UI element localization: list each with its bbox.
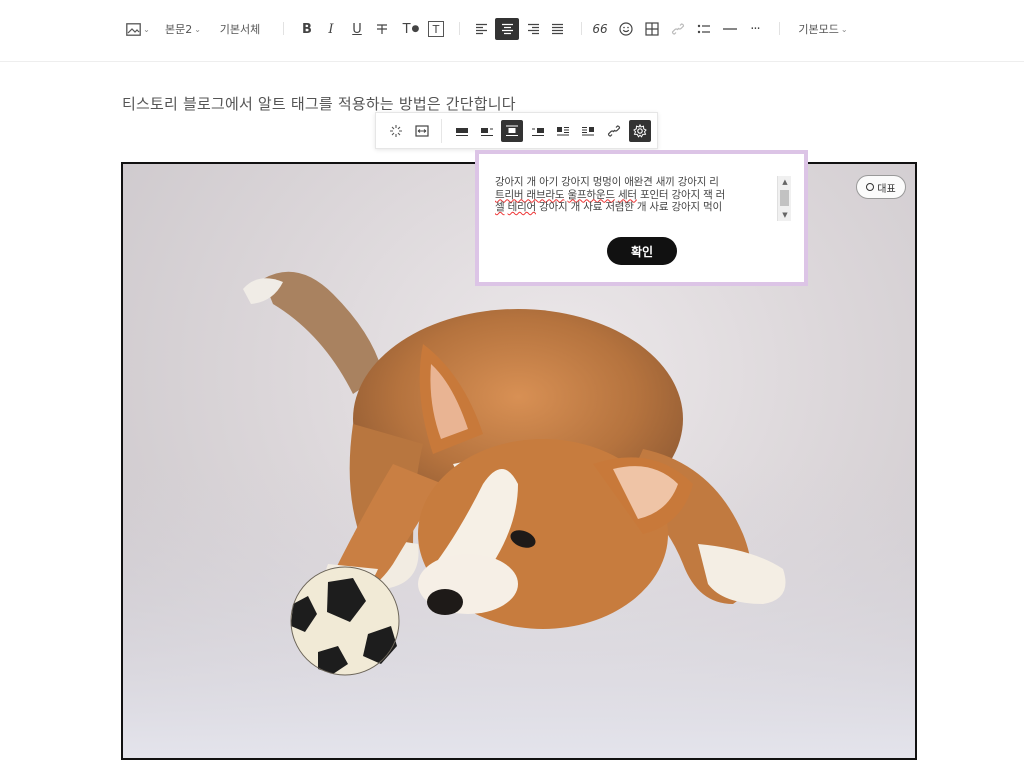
alt-text-word: 울프하운드 bbox=[567, 188, 616, 201]
underline-button[interactable]: U bbox=[347, 18, 367, 40]
align-right-icon bbox=[527, 23, 539, 35]
bold-icon: B bbox=[302, 21, 312, 37]
emoji-button[interactable] bbox=[616, 18, 636, 40]
float-right-icon bbox=[582, 127, 594, 136]
float-left-icon bbox=[557, 127, 569, 136]
link-icon bbox=[607, 125, 621, 137]
font-dropdown[interactable]: 기본서체 bbox=[214, 18, 266, 40]
paragraph-text[interactable]: 티스토리 블로그에서 알트 태그를 적용하는 방법은 간단합니다 bbox=[122, 93, 682, 114]
confirm-button[interactable]: 확인 bbox=[607, 237, 677, 265]
toolbar-divider bbox=[581, 22, 582, 35]
table-icon bbox=[645, 22, 659, 36]
alt-text-word: 세터 bbox=[617, 188, 637, 201]
alt-text-word: 셀 bbox=[495, 201, 505, 213]
text-color-icon: T bbox=[402, 21, 411, 37]
image-align-left-icon bbox=[481, 128, 493, 136]
align-center-icon bbox=[501, 23, 513, 35]
radio-circle-icon bbox=[866, 183, 875, 191]
text-background-icon: T bbox=[428, 21, 444, 37]
underline-icon: U bbox=[352, 21, 362, 37]
toolbar-divider bbox=[459, 22, 460, 35]
align-right-button[interactable] bbox=[523, 18, 543, 40]
sparkle-icon bbox=[390, 125, 402, 137]
image-align-center-icon bbox=[506, 125, 518, 136]
quote-button[interactable]: 66 bbox=[590, 18, 610, 40]
image-effect-button[interactable] bbox=[385, 120, 407, 142]
image-align-center-button[interactable] bbox=[501, 120, 523, 142]
text-color-button[interactable]: T ● bbox=[400, 18, 422, 40]
emoji-icon bbox=[619, 22, 633, 36]
more-icon: ··· bbox=[750, 21, 760, 37]
scrollbar-thumb[interactable] bbox=[780, 190, 789, 206]
link-button[interactable] bbox=[668, 18, 688, 40]
image-full-width-button[interactable] bbox=[451, 120, 473, 142]
toolbar-divider bbox=[441, 119, 442, 143]
text-background-button[interactable]: T bbox=[426, 18, 446, 40]
paragraph-style-label: 본문2 bbox=[165, 23, 193, 36]
image-float-left-button[interactable] bbox=[552, 120, 574, 142]
link-icon bbox=[671, 23, 685, 35]
alt-text-line: 트리버 래브라도 울프하운드 세터 포인터 강아지 잭 러 bbox=[495, 189, 767, 202]
alt-text-line: 셀 테리어 강아지 개 사료 저렴한 개 사료 강아지 먹이 bbox=[495, 201, 767, 214]
image-icon bbox=[126, 22, 141, 36]
resize-icon bbox=[415, 125, 429, 137]
mode-dropdown[interactable]: 기본모드 ⌄ bbox=[792, 18, 854, 40]
alt-text-word: 포인터 bbox=[640, 188, 669, 201]
scroll-up-icon[interactable]: ▲ bbox=[778, 176, 792, 188]
quote-icon: 66 bbox=[592, 22, 608, 36]
image-align-right-icon bbox=[532, 128, 544, 136]
image-align-right-button[interactable] bbox=[527, 120, 549, 142]
align-justify-button[interactable] bbox=[547, 18, 567, 40]
mode-label: 기본모드 bbox=[798, 23, 839, 36]
italic-icon: I bbox=[328, 21, 334, 37]
toolbar-divider bbox=[283, 22, 284, 35]
alt-text-word: 테리어 bbox=[507, 201, 537, 213]
image-link-button[interactable] bbox=[603, 120, 625, 142]
alt-text-line: 강아지 개 아기 강아지 멍멍이 애완견 새끼 강아지 리 bbox=[495, 176, 719, 188]
gear-icon bbox=[633, 124, 647, 138]
color-dot-icon: ● bbox=[411, 24, 420, 34]
alt-text-word: 강아지 개 사료 저렴한 개 사료 강아지 먹이 bbox=[539, 201, 722, 213]
image-float-right-button[interactable] bbox=[577, 120, 599, 142]
align-left-icon bbox=[475, 23, 487, 35]
editor-toolbar: ⌄ 본문2 ⌄ 기본서체 B I U T ● T 66 ··· 기본모드 ⌄ bbox=[0, 0, 1024, 62]
table-button[interactable] bbox=[642, 18, 662, 40]
align-center-button[interactable] bbox=[495, 18, 519, 40]
alt-text-popup: 강아지 개 아기 강아지 멍멍이 애완견 새끼 강아지 리 트리버 래브라도 울… bbox=[475, 150, 808, 286]
alt-text-word: 강아지 잭 러 bbox=[671, 188, 726, 201]
representative-image-toggle[interactable]: 대표 bbox=[856, 175, 906, 199]
font-label: 기본서체 bbox=[219, 23, 261, 36]
toolbar-divider bbox=[779, 22, 780, 35]
paragraph-style-dropdown[interactable]: 본문2 ⌄ bbox=[162, 18, 204, 40]
image-resize-button[interactable] bbox=[411, 120, 433, 142]
alt-text-textarea[interactable]: 강아지 개 아기 강아지 멍멍이 애완견 새끼 강아지 리 트리버 래브라도 울… bbox=[495, 176, 767, 222]
strikethrough-button[interactable] bbox=[372, 18, 392, 40]
strikethrough-icon bbox=[377, 24, 387, 34]
representative-label: 대표 bbox=[877, 183, 896, 195]
horizontal-rule-button[interactable] bbox=[720, 18, 740, 40]
full-width-icon bbox=[456, 128, 468, 136]
align-left-button[interactable] bbox=[471, 18, 491, 40]
insert-image-button[interactable]: ⌄ bbox=[124, 18, 152, 40]
image-settings-button[interactable] bbox=[629, 120, 651, 142]
image-toolbar bbox=[375, 112, 658, 149]
scroll-down-icon[interactable]: ▼ bbox=[778, 209, 792, 221]
alt-text-word: 트리버 래브라도 bbox=[495, 188, 565, 201]
image-align-left-button[interactable] bbox=[476, 120, 498, 142]
bold-button[interactable]: B bbox=[297, 18, 317, 40]
horizontal-rule-icon bbox=[723, 28, 737, 30]
align-justify-icon bbox=[551, 23, 563, 35]
bullet-list-button[interactable] bbox=[694, 18, 714, 40]
chevron-down-icon: ⌄ bbox=[194, 24, 201, 34]
italic-button[interactable]: I bbox=[321, 18, 341, 40]
alt-text-scrollbar[interactable]: ▲ ▼ bbox=[777, 176, 791, 221]
chevron-down-icon: ⌄ bbox=[840, 24, 848, 34]
chevron-down-icon: ⌄ bbox=[143, 24, 150, 34]
bullet-list-icon bbox=[697, 24, 710, 34]
more-button[interactable]: ··· bbox=[744, 18, 766, 40]
